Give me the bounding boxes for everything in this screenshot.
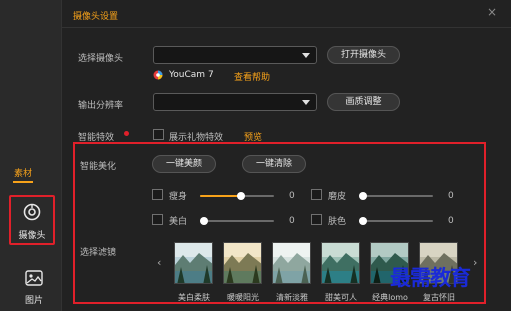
skin-tone-value: 0 xyxy=(448,216,454,226)
filter-landscape-image xyxy=(175,243,212,283)
filter-label-2: 清新淡雅 xyxy=(276,293,308,302)
slim-slider[interactable] xyxy=(200,192,274,200)
skin-tone-checkbox[interactable] xyxy=(311,214,322,225)
open-camera-button[interactable]: 打开摄像头 xyxy=(327,46,400,64)
filter-label-5: 复古怀旧 xyxy=(423,293,455,302)
one-click-beauty-button[interactable]: 一键美颜 xyxy=(152,155,216,173)
smooth-label: 磨皮 xyxy=(328,192,347,202)
filter-landscape-image xyxy=(273,243,310,283)
smooth-checkbox[interactable] xyxy=(311,189,322,200)
filter-prev-arrow[interactable]: ‹ xyxy=(157,256,161,269)
select-filter-label: 选择滤镜 xyxy=(80,248,117,258)
chevron-down-icon xyxy=(302,100,310,105)
camera-name: YouCam 7 xyxy=(169,70,214,80)
slim-slider-fill xyxy=(200,195,241,197)
show-gift-effects-checkbox[interactable] xyxy=(153,129,164,140)
filter-thumb-0[interactable] xyxy=(174,242,213,284)
smart-beauty-label: 智能美化 xyxy=(80,162,117,172)
filter-landscape-image xyxy=(224,243,261,283)
camera-icon xyxy=(23,203,41,221)
smooth-value: 0 xyxy=(448,191,454,201)
sidebar-item-camera[interactable]: 摄像头 xyxy=(9,195,55,245)
filter-label-3: 甜美可人 xyxy=(325,293,357,302)
whiten-label: 美白 xyxy=(169,217,188,227)
filter-label-0: 美白柔肤 xyxy=(178,293,210,302)
whiten-value: 0 xyxy=(289,216,295,226)
help-link[interactable]: 查看帮助 xyxy=(234,70,270,83)
smooth-slider-knob[interactable] xyxy=(359,192,367,200)
new-badge-dot xyxy=(124,131,129,136)
quality-adjust-button[interactable]: 画质调整 xyxy=(327,93,400,111)
watermark-text: 最需教育 xyxy=(390,266,471,290)
filter-label-4: 经典lomo xyxy=(372,293,408,302)
filter-thumb-2[interactable] xyxy=(272,242,311,284)
whiten-checkbox[interactable] xyxy=(152,214,163,225)
sidebar: 素材 摄像头 图片 xyxy=(0,0,61,311)
slim-value: 0 xyxy=(289,191,295,201)
one-click-clear-button[interactable]: 一键清除 xyxy=(242,155,306,173)
filter-thumb-1[interactable] xyxy=(223,242,262,284)
filter-landscape-image xyxy=(322,243,359,283)
skin-tone-label: 肤色 xyxy=(328,217,347,227)
whiten-slider-knob[interactable] xyxy=(200,217,208,225)
smooth-slider[interactable] xyxy=(359,192,433,200)
resolution-label: 输出分辨率 xyxy=(78,101,124,111)
youcam-logo-icon xyxy=(153,70,163,80)
sidebar-tab-materials[interactable]: 素材 xyxy=(14,166,32,179)
whiten-slider[interactable] xyxy=(200,217,274,225)
picture-icon[interactable] xyxy=(25,270,43,286)
title-divider xyxy=(62,27,511,28)
sidebar-tab-underline xyxy=(13,181,33,183)
slim-label: 瘦身 xyxy=(169,192,188,202)
select-camera-label: 选择摄像头 xyxy=(78,54,124,64)
sidebar-item-picture-label[interactable]: 图片 xyxy=(14,293,54,306)
camera-select[interactable] xyxy=(153,46,317,64)
close-icon[interactable]: × xyxy=(486,6,498,18)
sidebar-item-camera-label: 摄像头 xyxy=(18,231,46,241)
filter-thumb-3[interactable] xyxy=(321,242,360,284)
slim-slider-knob[interactable] xyxy=(237,192,245,200)
skin-tone-slider-knob[interactable] xyxy=(359,217,367,225)
dialog-title: 摄像头设置 xyxy=(73,12,119,22)
filter-label-1: 暖暖阳光 xyxy=(227,293,259,302)
resolution-select[interactable] xyxy=(153,93,317,111)
chevron-down-icon xyxy=(302,53,310,58)
skin-tone-slider[interactable] xyxy=(359,217,433,225)
slim-checkbox[interactable] xyxy=(152,189,163,200)
